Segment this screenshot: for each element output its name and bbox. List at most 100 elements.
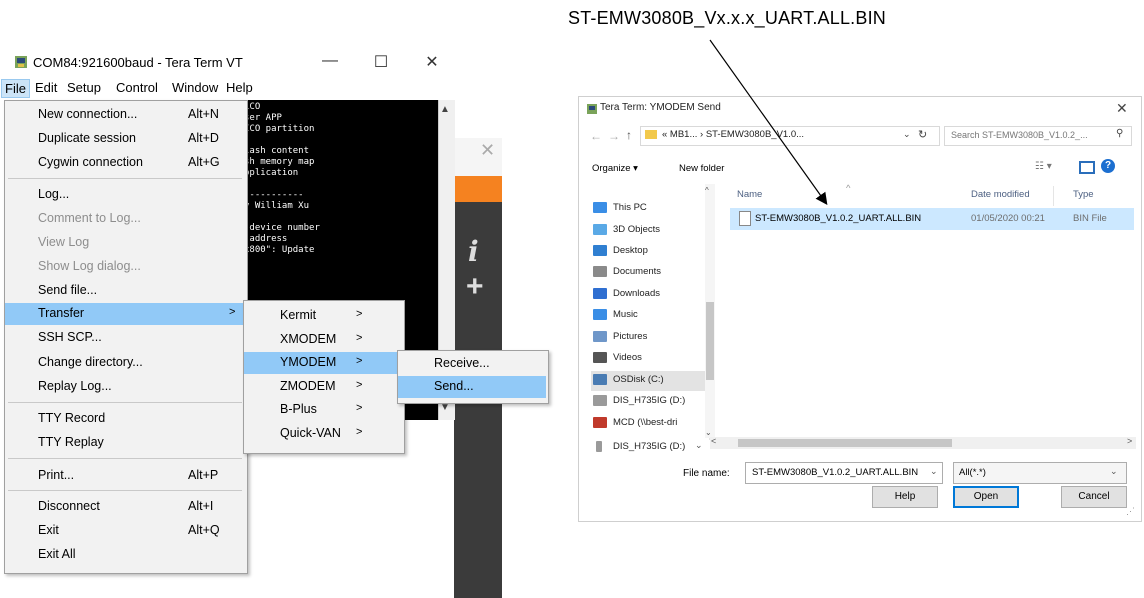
nav-item[interactable]: Documents bbox=[591, 263, 709, 283]
open-button[interactable]: Open bbox=[953, 486, 1019, 508]
menu-item-exit-all[interactable]: Exit All bbox=[5, 544, 245, 566]
menu-edit[interactable]: Edit bbox=[33, 80, 59, 95]
menu-item-duplicate-session[interactable]: Duplicate session Alt+D bbox=[5, 128, 245, 150]
nav-item-dis-drive[interactable]: DIS_H735IG (D:) ⌄ bbox=[591, 438, 709, 458]
menu-item-replay-log[interactable]: Replay Log... bbox=[5, 376, 245, 398]
menu-item-label: Exit All bbox=[38, 547, 76, 561]
menu-control[interactable]: Control bbox=[114, 80, 160, 95]
menu-item-receive[interactable]: Receive... bbox=[398, 353, 546, 375]
nav-item[interactable]: OSDisk (C:) bbox=[591, 371, 709, 391]
menu-window[interactable]: Window bbox=[170, 80, 220, 95]
menu-item-ymodem[interactable]: YMODEM > bbox=[244, 352, 402, 374]
search-icon[interactable]: ⚲ bbox=[1116, 128, 1123, 139]
menu-item-change-directory[interactable]: Change directory... bbox=[5, 352, 245, 374]
nav-item-label: Downloads bbox=[613, 288, 660, 299]
dialog-close-icon[interactable]: ✕ bbox=[1116, 100, 1128, 117]
terminal-output: iCO ser APP ICO partition lash content s… bbox=[244, 102, 320, 255]
nav-item-label: 3D Objects bbox=[613, 224, 660, 235]
menu-item-quick-van[interactable]: Quick-VAN > bbox=[244, 423, 402, 445]
scroll-left-icon[interactable]: < bbox=[711, 436, 716, 446]
nav-item[interactable]: Downloads bbox=[591, 285, 709, 305]
menu-item-send-file[interactable]: Send file... bbox=[5, 280, 245, 302]
column-header-date-modified[interactable]: Date modified bbox=[971, 189, 1030, 200]
menu-item-label: View Log bbox=[38, 235, 90, 249]
nav-item[interactable]: DIS_H735IG (D:) bbox=[591, 392, 709, 412]
address-path: « MB1... › ST-EMW3080B_V1.0... bbox=[662, 129, 805, 140]
menu-item-tty-record[interactable]: TTY Record bbox=[5, 408, 245, 430]
view-options-icon[interactable]: ☷ ▾ bbox=[1035, 161, 1052, 172]
background-close-icon: ✕ bbox=[480, 140, 496, 160]
minimize-button[interactable]: — bbox=[318, 52, 342, 72]
chevron-down-icon[interactable]: ⌄ bbox=[903, 129, 911, 140]
menu-item-print[interactable]: Print... Alt+P bbox=[5, 465, 245, 487]
back-arrow-icon[interactable]: ← bbox=[590, 129, 602, 143]
nav-item-icon bbox=[593, 331, 607, 342]
nav-item[interactable]: Videos bbox=[591, 349, 709, 369]
nav-item-icon bbox=[593, 224, 607, 235]
info-icon: i bbox=[468, 235, 479, 268]
nav-item[interactable]: Desktop bbox=[591, 242, 709, 262]
menu-item-label: Transfer bbox=[38, 306, 85, 320]
up-arrow-icon[interactable]: ↑ bbox=[626, 128, 632, 142]
maximize-button[interactable]: ☐ bbox=[369, 52, 393, 72]
chevron-down-icon[interactable]: ⌄ bbox=[1110, 466, 1118, 477]
menu-item-label: Receive... bbox=[434, 356, 490, 370]
nav-item[interactable]: Pictures bbox=[591, 328, 709, 348]
chevron-down-icon[interactable]: ⌄ bbox=[695, 440, 703, 451]
help-icon[interactable]: ? bbox=[1101, 159, 1115, 173]
cancel-button[interactable]: Cancel bbox=[1061, 486, 1127, 508]
menu-item-zmodem[interactable]: ZMODEM > bbox=[244, 376, 402, 398]
menu-item-new-connection[interactable]: New connection... Alt+N bbox=[5, 104, 245, 126]
nav-item[interactable]: MCD (\\best-dri bbox=[591, 414, 709, 434]
scroll-up-icon[interactable]: ^ bbox=[705, 186, 709, 195]
nav-item-icon bbox=[593, 309, 607, 320]
organize-button[interactable]: Organize ▾ bbox=[592, 163, 638, 174]
file-name: ST-EMW3080B_V1.0.2_UART.ALL.BIN bbox=[755, 213, 922, 224]
file-type: BIN File bbox=[1073, 213, 1107, 224]
menu-item-shortcut: Alt+P bbox=[188, 468, 219, 482]
nav-item[interactable]: Music bbox=[591, 306, 709, 326]
menu-item-log[interactable]: Log... bbox=[5, 184, 245, 206]
menu-item-label: Quick-VAN bbox=[280, 426, 341, 440]
menu-item-ssh-scp[interactable]: SSH SCP... bbox=[5, 327, 245, 349]
menu-item-cygwin-connection[interactable]: Cygwin connection Alt+G bbox=[5, 152, 245, 174]
new-folder-button[interactable]: New folder bbox=[679, 163, 724, 174]
menu-item-label: SSH SCP... bbox=[38, 330, 102, 344]
menu-item-comment-to-log: Comment to Log... bbox=[5, 208, 245, 230]
menu-item-send[interactable]: Send... bbox=[398, 376, 546, 398]
menu-item-b-plus[interactable]: B-Plus > bbox=[244, 399, 402, 421]
menu-help[interactable]: Help bbox=[224, 80, 255, 95]
column-header-type[interactable]: Type bbox=[1073, 189, 1094, 200]
forward-arrow-icon[interactable]: → bbox=[608, 129, 620, 143]
menu-item-label: Log... bbox=[38, 187, 70, 201]
file-name-label: File name: bbox=[683, 468, 730, 479]
file-name-value: ST-EMW3080B_V1.0.2_UART.ALL.BIN bbox=[752, 467, 919, 478]
chevron-down-icon[interactable]: ⌄ bbox=[930, 466, 938, 477]
menu-separator bbox=[8, 458, 242, 459]
help-button[interactable]: Help bbox=[872, 486, 938, 508]
nav-item-label: Pictures bbox=[613, 331, 648, 342]
menu-setup[interactable]: Setup bbox=[65, 80, 103, 95]
nav-item-label: Documents bbox=[613, 266, 662, 277]
menu-item-exit[interactable]: Exit Alt+Q bbox=[5, 520, 245, 542]
nav-item[interactable]: This PC bbox=[591, 199, 709, 219]
refresh-icon[interactable]: ↻ bbox=[918, 128, 927, 141]
menu-file[interactable]: File bbox=[1, 79, 30, 98]
column-header-name[interactable]: Name bbox=[737, 189, 762, 200]
horizontal-scroll-thumb[interactable] bbox=[738, 439, 952, 447]
preview-pane-icon[interactable] bbox=[1079, 161, 1095, 174]
scroll-right-icon[interactable]: > bbox=[1127, 436, 1132, 446]
menu-item-transfer[interactable]: Transfer > bbox=[5, 303, 245, 325]
nav-item-icon bbox=[593, 288, 607, 299]
resize-grip-icon[interactable]: ⋰ bbox=[1126, 506, 1135, 517]
menu-item-tty-replay[interactable]: TTY Replay bbox=[5, 432, 245, 454]
nav-item[interactable]: 3D Objects bbox=[591, 221, 709, 241]
scroll-up-icon[interactable]: ▲ bbox=[440, 104, 450, 115]
menu-item-disconnect[interactable]: Disconnect Alt+I bbox=[5, 496, 245, 518]
column-divider bbox=[1053, 186, 1054, 206]
menu-item-kermit[interactable]: Kermit > bbox=[244, 305, 402, 327]
nav-pane-scroll-thumb[interactable] bbox=[706, 302, 714, 380]
file-type-filter-value: All(*.*) bbox=[959, 467, 986, 478]
close-button[interactable]: ✕ bbox=[420, 52, 444, 72]
menu-item-xmodem[interactable]: XMODEM > bbox=[244, 329, 402, 351]
